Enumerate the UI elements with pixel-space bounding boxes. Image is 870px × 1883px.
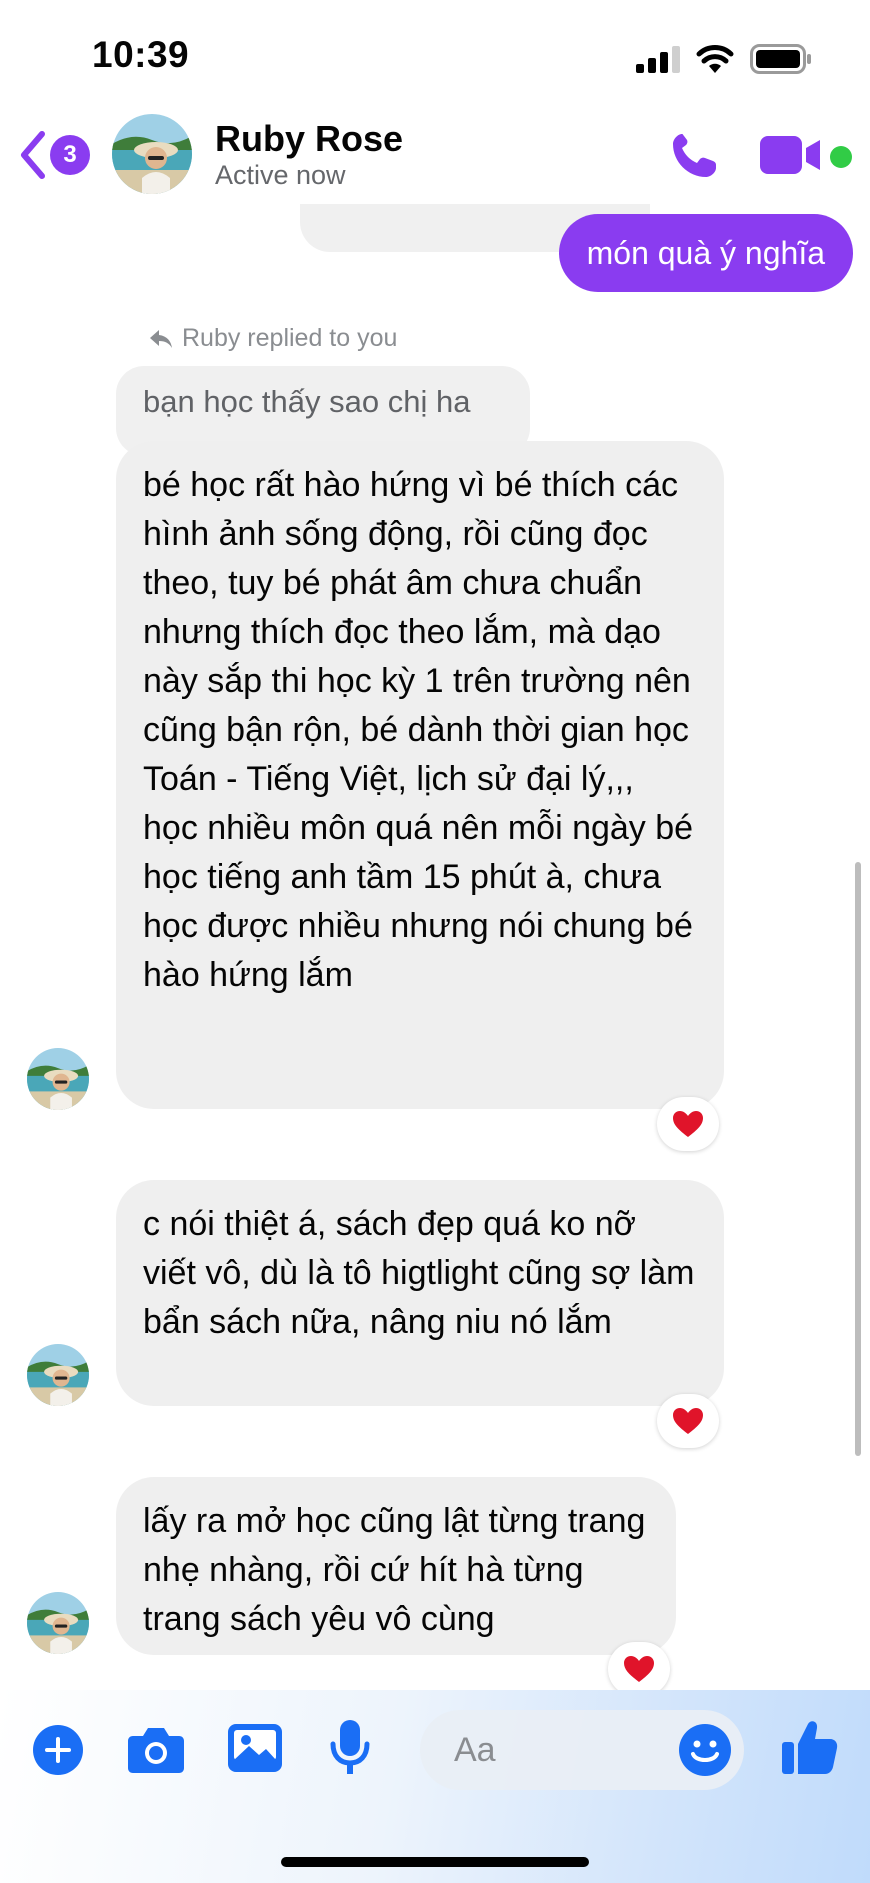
sender-avatar[interactable] — [27, 1048, 89, 1110]
video-call-icon[interactable] — [760, 134, 822, 176]
avatar-photo — [27, 1592, 89, 1654]
online-indicator — [830, 146, 852, 168]
heart-icon — [673, 1111, 703, 1137]
camera-icon[interactable] — [127, 1724, 185, 1774]
plus-icon[interactable] — [32, 1724, 84, 1776]
reply-arrow-icon — [150, 329, 172, 348]
incoming-message[interactable]: bé học rất hào hứng vì bé thích các hình… — [116, 441, 724, 1109]
scrollbar-thumb[interactable] — [855, 862, 861, 1456]
reply-indicator: Ruby replied to you — [148, 324, 397, 353]
avatar-photo — [27, 1048, 89, 1110]
unread-count-badge: 3 — [50, 135, 90, 175]
battery-icon — [750, 44, 811, 74]
heart-icon — [624, 1656, 654, 1682]
contact-name[interactable]: Ruby Rose — [215, 118, 403, 160]
message-input-placeholder: Aa — [454, 1731, 496, 1769]
home-indicator[interactable] — [281, 1857, 589, 1867]
outgoing-message[interactable]: món quà ý nghĩa — [558, 214, 853, 292]
incoming-message[interactable]: c nói thiệt á, sách đẹp quá ko nỡ viết v… — [116, 1180, 724, 1406]
cellular-signal-icon — [636, 46, 680, 73]
microphone-icon[interactable] — [330, 1720, 370, 1776]
reply-label-text: Ruby replied to you — [182, 324, 398, 352]
status-time: 10:39 — [92, 34, 190, 75]
avatar-photo — [27, 1344, 89, 1406]
heart-reaction[interactable] — [657, 1097, 719, 1151]
presence-status: Active now — [215, 160, 346, 190]
chat-header: 3 Ruby Rose Active now — [0, 104, 870, 204]
message-composer: Aa — [0, 1690, 870, 1883]
heart-icon — [673, 1408, 703, 1434]
heart-reaction[interactable] — [657, 1394, 719, 1448]
message-input[interactable]: Aa — [420, 1710, 744, 1790]
sender-avatar[interactable] — [27, 1344, 89, 1406]
gallery-icon[interactable] — [227, 1722, 283, 1774]
wifi-icon — [696, 45, 734, 73]
thumbs-up-icon[interactable] — [780, 1718, 838, 1776]
incoming-message[interactable]: lấy ra mở học cũng lật từng trang nhẹ nh… — [116, 1477, 676, 1655]
avatar-photo — [112, 114, 192, 194]
chevron-left-icon — [21, 131, 45, 179]
phone-icon[interactable] — [668, 130, 720, 182]
heart-reaction[interactable] — [608, 1642, 670, 1696]
contact-avatar[interactable] — [112, 114, 192, 194]
sender-avatar[interactable] — [27, 1592, 89, 1654]
back-button[interactable]: 3 — [18, 130, 94, 180]
emoji-icon[interactable] — [678, 1723, 732, 1777]
